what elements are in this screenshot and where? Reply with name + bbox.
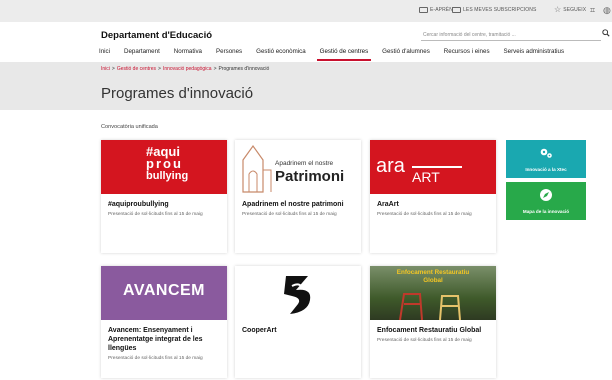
accessibility-icon: ◍ — [603, 5, 611, 15]
follow-link[interactable]: ☆ SEGUEIX — [554, 5, 586, 14]
main-nav: Inici Departament Normativa Persones Gestió … — [92, 47, 571, 61]
cooperart-logo — [235, 266, 361, 320]
envelope-icon — [452, 7, 461, 13]
eaprens-link[interactable]: E-APRÈN — [419, 7, 453, 13]
share-icon: ⌗ — [590, 5, 596, 15]
building-sketch-icon — [242, 144, 272, 193]
patrimoni-logo: Apadrinem el nostre Patrimoni — [235, 140, 361, 194]
breadcrumb-link[interactable]: Innovació pedagògica — [163, 66, 212, 72]
breadcrumb-separator: > — [213, 66, 217, 72]
card-aquiproubullying[interactable]: #aqui prou bullying #aquiproubullying Pr… — [101, 140, 227, 253]
side-link-mapa-innovacio[interactable]: Mapa de la innovació — [506, 182, 586, 220]
card-subtitle: Presentació de sol·licituds fins al 15 d… — [377, 212, 472, 217]
nav-item[interactable]: Serveis administratius — [497, 47, 572, 61]
breadcrumb-current: Programes d'innovació — [218, 66, 270, 72]
card-subtitle: Presentació de sol·licituds fins al 15 d… — [377, 338, 472, 343]
nav-item[interactable]: Inici — [92, 47, 117, 61]
page-banner — [0, 62, 612, 110]
star-icon: ☆ — [554, 5, 562, 14]
nav-item[interactable]: Gestió d'alumnes — [375, 47, 437, 61]
card-patrimoni[interactable]: Apadrinem el nostre Patrimoni Apadrinem … — [235, 140, 361, 253]
section-label: Convocatòria unificada — [101, 124, 158, 130]
restauratiu-logo: Enfocament Restauratiu Global — [370, 266, 496, 320]
card-title: AraArt — [377, 201, 399, 208]
breadcrumb-separator: > — [158, 66, 161, 72]
card-title: Avancem: Ensenyament i Aprenentatge inte… — [108, 327, 203, 352]
avancem-logo: AVANCEM — [101, 266, 227, 320]
accessibility-button[interactable]: ◍ — [603, 5, 611, 15]
breadcrumb-link[interactable]: Gestió de centres — [117, 66, 156, 72]
subscriptions-link[interactable]: LES MEVES SUBSCRIPCIONS — [452, 7, 536, 13]
aquiprou-logo: #aqui prou bullying — [101, 140, 227, 194]
page-title: Programes d'innovació — [101, 85, 254, 102]
breadcrumb-link[interactable]: Inici — [101, 66, 110, 72]
utility-bar: E-APRÈN LES MEVES SUBSCRIPCIONS ☆ SEGUEI… — [0, 0, 612, 22]
nav-item[interactable]: Persones — [209, 47, 249, 61]
card-cooperart[interactable]: CooperArt — [235, 266, 361, 378]
nav-item[interactable]: Departament — [117, 47, 167, 61]
nav-item[interactable]: Gestió econòmica — [249, 47, 313, 61]
card-title: #aquiproubullying — [108, 201, 169, 208]
gears-icon — [540, 148, 552, 158]
site-brand[interactable]: Departament d'Educació — [101, 30, 212, 41]
monitor-icon — [419, 7, 428, 13]
cooperart-symbol-icon — [284, 276, 311, 314]
search-icon[interactable] — [602, 29, 610, 37]
breadcrumb-separator: > — [111, 66, 115, 72]
compass-icon — [540, 189, 552, 201]
nav-item[interactable]: Normativa — [167, 47, 209, 61]
card-restauratiu[interactable]: Enfocament Restauratiu Global Enfocament… — [370, 266, 496, 378]
breadcrumb: Inici > Gestió de centres > Innovació pedagò… — [101, 66, 269, 72]
card-title: Apadrinem el nostre patrimoni — [242, 201, 344, 208]
araart-logo: ara ART — [370, 140, 496, 194]
nav-item[interactable]: Gestió de centres — [313, 47, 376, 61]
card-avancem[interactable]: AVANCEM Avancem: Ensenyament i Aprenenta… — [101, 266, 227, 378]
card-subtitle: Presentació de sol·licituds fins al 15 d… — [242, 212, 337, 217]
card-subtitle: Presentació de sol·licituds fins al 15 d… — [108, 212, 203, 217]
card-title: CooperArt — [242, 327, 277, 334]
share-button[interactable]: ⌗ — [590, 5, 596, 15]
search-input[interactable]: Cercar informació del centre, tramitació… — [421, 30, 601, 41]
card-subtitle: Presentació de sol·licituds fins al 15 d… — [108, 356, 203, 361]
card-title: Enfocament Restauratiu Global — [377, 327, 482, 334]
side-link-innovacio-xtec[interactable]: Innovació a la Xtec — [506, 140, 586, 178]
card-araart[interactable]: ara ART AraArt Presentació de sol·licitu… — [370, 140, 496, 253]
nav-item[interactable]: Recursos i eines — [437, 47, 497, 61]
